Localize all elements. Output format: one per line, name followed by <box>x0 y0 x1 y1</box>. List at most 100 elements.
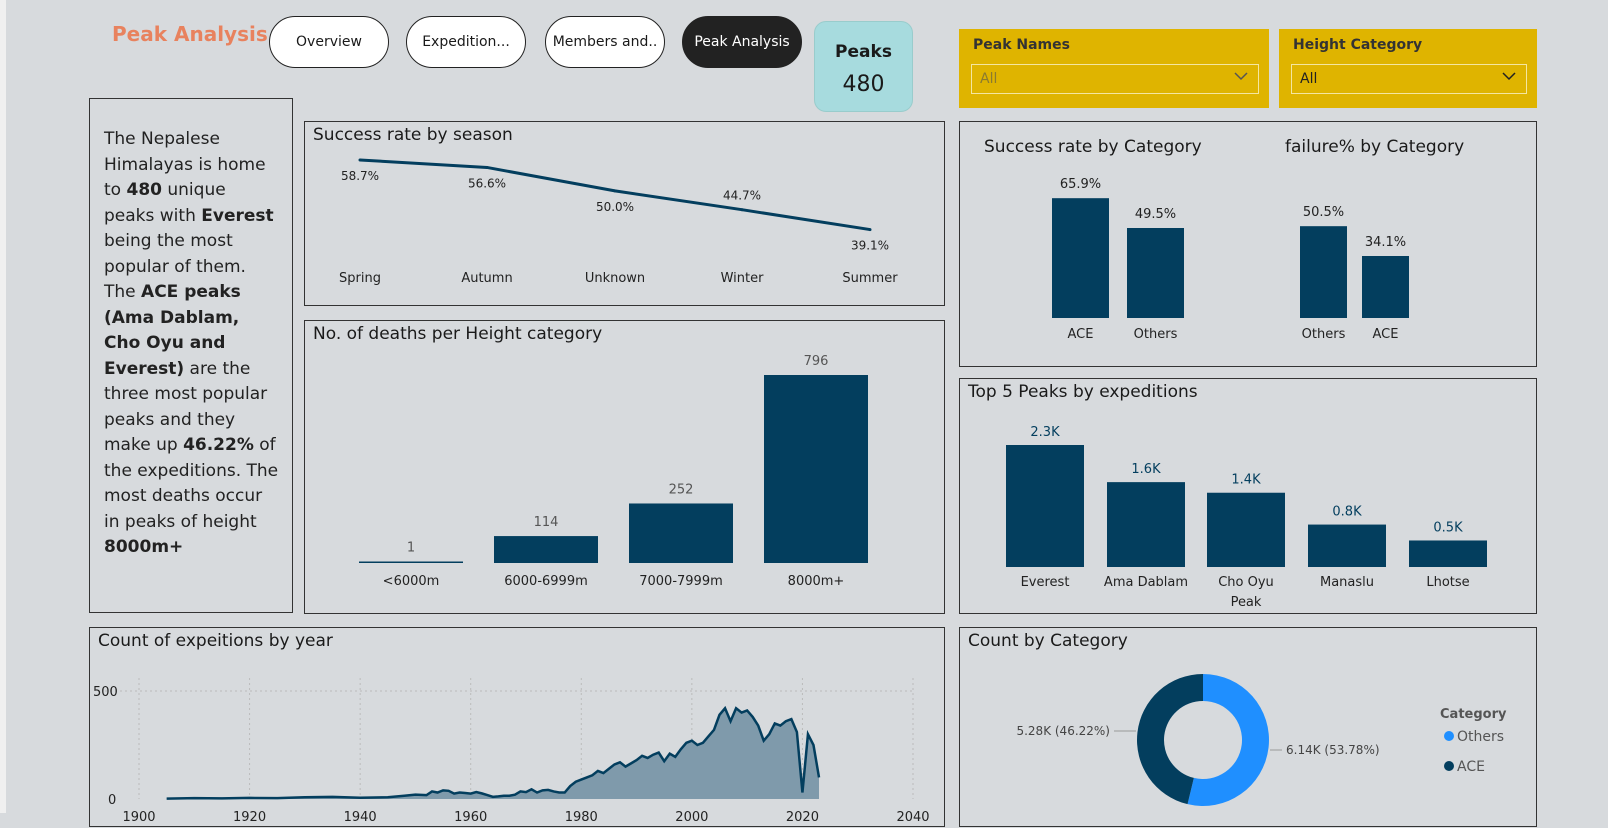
year-y-tick-label: 0 <box>108 793 116 808</box>
height-category-dropdown[interactable]: All <box>1291 64 1527 94</box>
year-tick-label: 2040 <box>896 810 929 825</box>
narrative-panel: The Nepalese Himalayas is home to 480 un… <box>89 98 293 613</box>
narrative-peaks-count: 480 <box>126 180 162 200</box>
page-edge <box>0 0 6 813</box>
narrative-percent: 46.22% <box>183 435 254 455</box>
top5-tick-label: Peak <box>1231 595 1262 610</box>
deaths-bar <box>764 375 868 563</box>
peak-names-dropdown[interactable]: All <box>971 64 1259 94</box>
nav-overview-button[interactable]: Overview <box>269 16 389 68</box>
top5-bar <box>1308 524 1386 567</box>
season-chart-panel: Success rate by season 58.7% Spring 56.6% A… <box>304 121 945 306</box>
year-tick-label: 1900 <box>122 810 155 825</box>
year-tick-label: 1960 <box>454 810 487 825</box>
peaks-kpi-card: Peaks 480 <box>814 21 913 112</box>
page-title: Peak Analysis <box>112 22 268 46</box>
season-data-label: 56.6% <box>468 176 506 190</box>
success_cat-data-label: 49.5% <box>1135 207 1176 222</box>
season-tick-label: Summer <box>842 271 898 286</box>
season-point <box>740 208 744 212</box>
top5-data-label: 2.3K <box>1030 425 1060 440</box>
deaths-bar-chart: 1 <6000m 114 6000-6999m 252 7000-7999m 796 8000… <box>359 354 868 589</box>
year-tick-label: 1980 <box>565 810 598 825</box>
year-area <box>166 708 820 799</box>
deaths-bar <box>629 503 733 563</box>
deaths-data-label: 252 <box>669 482 694 497</box>
failure_cat-bar <box>1300 226 1347 318</box>
nav-expedition-button[interactable]: Expedition... <box>406 16 526 68</box>
success_cat-tick-label: ACE <box>1068 327 1094 342</box>
top5-bar-chart: 2.3K Everest 1.6K Ama Dablam 1.4K Cho Oyu Peak… <box>1006 425 1487 610</box>
nav-peak-analysis-button[interactable]: Peak Analysis <box>682 16 802 68</box>
season-data-label: 39.1% <box>851 239 889 253</box>
season-data-label: 50.0% <box>596 200 634 214</box>
failure-category-bar-chart: 50.5% Others 34.1% ACE <box>1300 205 1409 342</box>
season-tick-label: Winter <box>721 271 765 286</box>
success-category-bar-chart: 65.9% ACE 49.5% Others <box>1052 177 1184 342</box>
peak-names-slicer: Peak Names All <box>959 29 1269 108</box>
year-y-tick-label: 500 <box>93 685 118 700</box>
dropdown-value: All <box>980 71 998 87</box>
top5-tick-label: Everest <box>1021 575 1070 590</box>
top5-bar <box>1006 445 1084 567</box>
top5-bar <box>1409 540 1487 567</box>
success_cat-data-label: 65.9% <box>1060 177 1101 192</box>
season-tick-label: Spring <box>339 271 381 286</box>
top5-data-label: 1.4K <box>1231 473 1261 488</box>
year-area-chart: 1900 1920 1940 1960 1980 2000 2020 2040 500 0 <box>93 678 930 825</box>
deaths-data-label: 1 <box>407 541 415 556</box>
season-line-chart: 58.7% Spring 56.6% Autumn 50.0% Unknown 44.7% W… <box>339 158 898 286</box>
year-tick-label: 2020 <box>786 810 819 825</box>
failure_cat-tick-label: ACE <box>1373 327 1399 342</box>
top5-bar <box>1107 482 1185 567</box>
deaths-data-label: 796 <box>804 354 829 369</box>
count-category-donut-chart: 6.14K (53.78%) 5.28K (46.22%) Category Othe… <box>1016 674 1507 806</box>
narrative-text: The Nepalese Himalayas is home to 480 un… <box>104 127 279 561</box>
donut-data-label: 6.14K (53.78%) <box>1286 743 1380 757</box>
narrative-everest: Everest <box>201 205 274 226</box>
season-line <box>359 158 871 232</box>
top5-bar <box>1207 492 1285 567</box>
height-category-slicer: Height Category All <box>1279 29 1537 108</box>
success_cat-tick-label: Others <box>1134 327 1178 342</box>
failure_cat-tick-label: Others <box>1302 327 1346 342</box>
success_cat-bar <box>1052 198 1109 318</box>
legend-label: Others <box>1457 729 1504 745</box>
deaths-chart-panel: No. of deaths per Height category 1 <6000… <box>304 320 945 614</box>
deaths-data-label: 114 <box>534 515 559 530</box>
donut-data-label: 5.28K (46.22%) <box>1016 724 1110 738</box>
dropdown-value: All <box>1300 71 1318 87</box>
top5-tick-label: Manaslu <box>1320 575 1374 590</box>
failure_cat-bar <box>1362 256 1409 318</box>
legend-marker-others <box>1444 731 1454 741</box>
year-tick-label: 1940 <box>344 810 377 825</box>
season-tick-label: Autumn <box>461 271 512 286</box>
chevron-down-icon <box>1502 69 1516 85</box>
season-tick-label: Unknown <box>585 271 645 286</box>
season-point <box>868 228 872 232</box>
top5-tick-label: Ama Dablam <box>1104 575 1188 590</box>
top5-data-label: 1.6K <box>1131 462 1161 477</box>
kpi-label: Peaks <box>835 42 892 62</box>
slicer-label: Peak Names <box>973 37 1070 53</box>
year-chart-panel: Count of expeitions by year 1900 1920 1940… <box>89 627 945 827</box>
category-rates-panel: Success rate by Category failure% by Cat… <box>959 121 1537 367</box>
narrative-height: 8000m+ <box>104 537 184 557</box>
nav-members-button[interactable]: Members and.. <box>545 16 665 68</box>
season-data-label: 44.7% <box>723 189 761 203</box>
deaths-bar <box>359 561 463 563</box>
deaths-tick-label: 8000m+ <box>788 574 845 589</box>
top5-peaks-panel: Top 5 Peaks by expeditions 2.3K Everest 1.… <box>959 378 1537 614</box>
season-point <box>485 165 489 169</box>
deaths-tick-label: 6000-6999m <box>504 574 588 589</box>
top5-tick-label: Cho Oyu <box>1218 575 1274 590</box>
failure_cat-data-label: 50.5% <box>1303 205 1344 220</box>
top5-tick-label: Lhotse <box>1426 575 1469 590</box>
season-point <box>613 189 617 193</box>
deaths-tick-label: <6000m <box>383 574 440 589</box>
legend-label: ACE <box>1457 759 1485 775</box>
season-data-label: 58.7% <box>341 169 379 183</box>
legend-marker-ace <box>1444 761 1454 771</box>
year-tick-label: 2000 <box>675 810 708 825</box>
deaths-bar <box>494 536 598 563</box>
